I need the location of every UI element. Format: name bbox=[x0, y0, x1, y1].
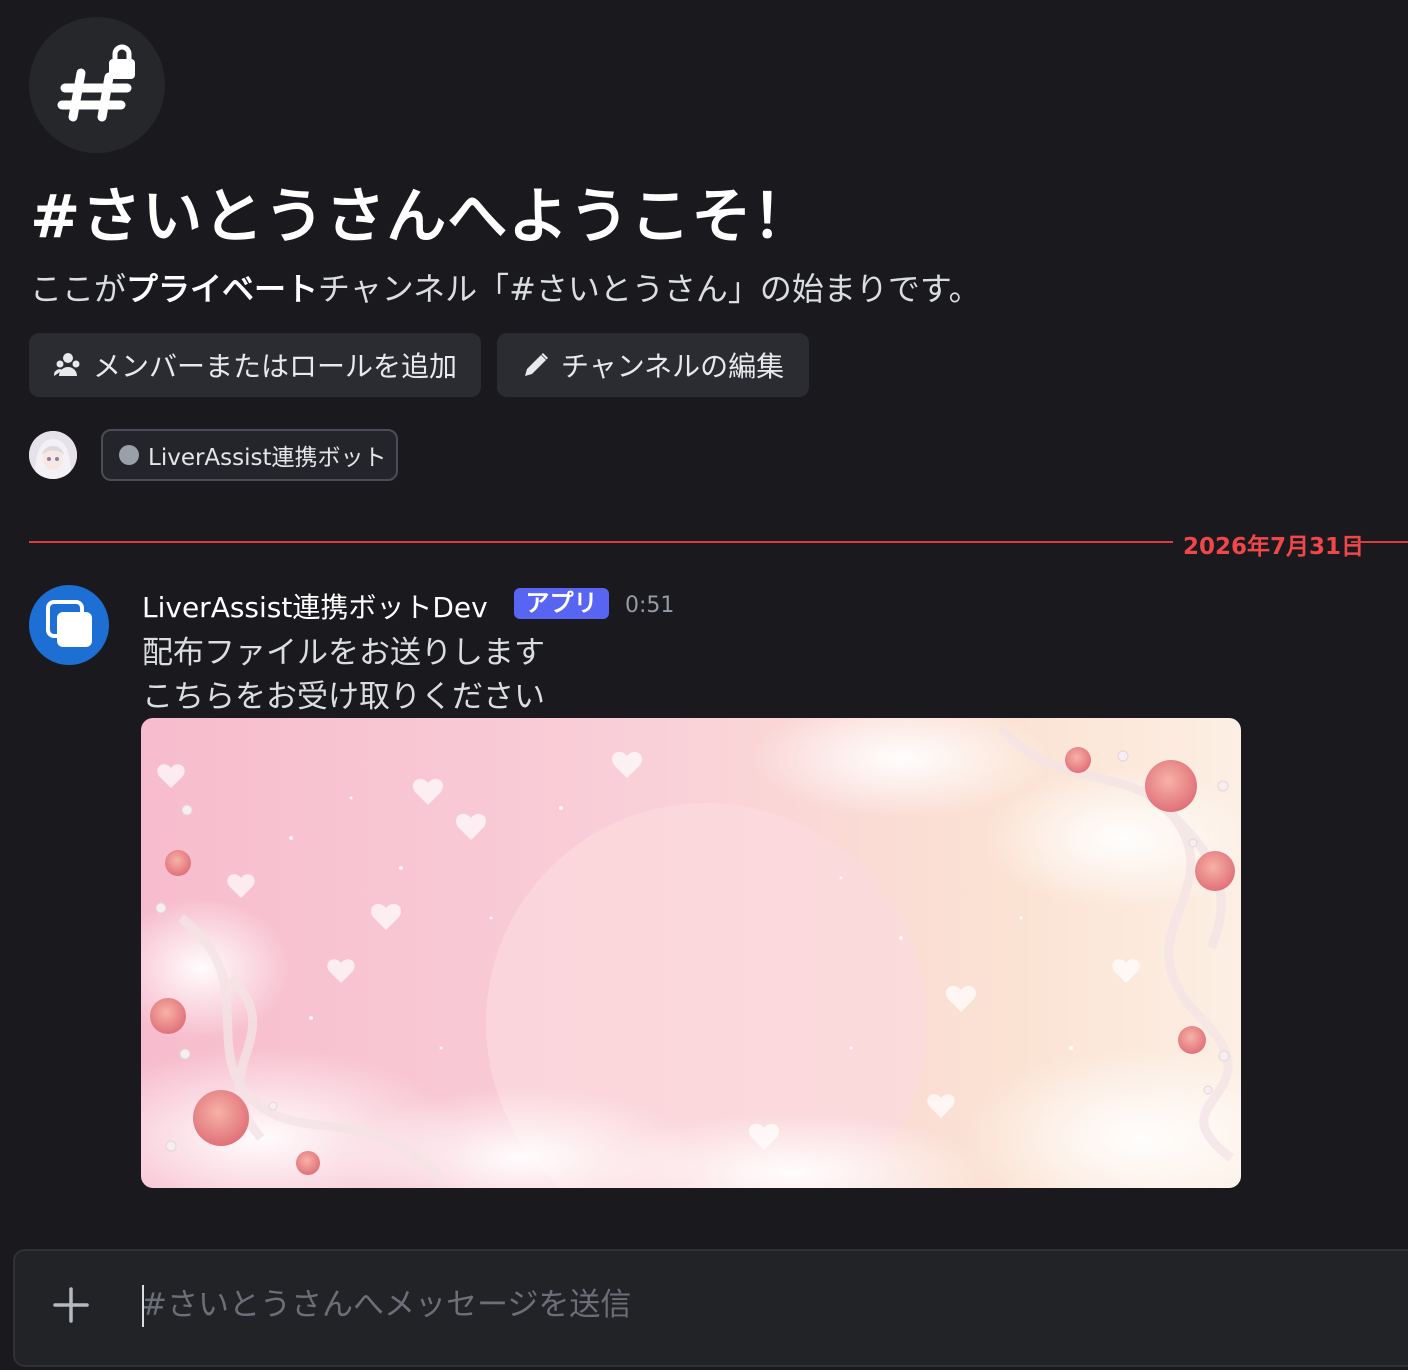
plus-icon[interactable] bbox=[51, 1285, 91, 1325]
add-member-icon bbox=[53, 350, 83, 380]
member-avatar[interactable] bbox=[29, 431, 77, 479]
member-chip[interactable]: LiverAssist連携ボット bbox=[101, 429, 398, 481]
message-line: こちらをお受け取りください bbox=[142, 679, 545, 715]
text-caret bbox=[142, 1285, 144, 1327]
message-author[interactable]: LiverAssist連携ボットDev bbox=[142, 586, 488, 626]
edit-channel-button[interactable]: チャンネルの編集 bbox=[497, 333, 809, 397]
pencil-icon bbox=[521, 350, 551, 380]
add-member-button[interactable]: メンバーまたはロールを追加 bbox=[29, 333, 481, 397]
bot-avatar[interactable] bbox=[29, 585, 109, 665]
date-divider-line-right bbox=[1351, 541, 1408, 543]
description-private: プライベート bbox=[126, 270, 319, 308]
edit-channel-label: チャンネルの編集 bbox=[561, 350, 785, 383]
welcome-title: #さいとうさんへようこそ！ bbox=[30, 182, 814, 252]
message-line: 配布ファイルをお送りします bbox=[142, 635, 545, 671]
message-timestamp: 0:51 bbox=[625, 593, 675, 618]
add-member-label: メンバーまたはロールを追加 bbox=[93, 350, 458, 383]
date-divider-label: 2026年7月31日 bbox=[1183, 534, 1365, 560]
welcome-description: ここがプライベートチャンネル「#さいとうさん」の始まりです。 bbox=[30, 264, 981, 310]
member-chip-label: LiverAssist連携ボット bbox=[148, 445, 387, 471]
date-divider-line-left bbox=[29, 541, 1173, 543]
status-dot bbox=[119, 445, 139, 465]
message-input[interactable] bbox=[141, 1281, 1341, 1329]
image-attachment[interactable] bbox=[141, 718, 1241, 1188]
description-suffix: チャンネル「#さいとうさん」の始まりです。 bbox=[318, 270, 981, 308]
hash-lock-icon bbox=[29, 17, 165, 153]
message-composer bbox=[13, 1249, 1408, 1367]
chat-view: #さいとうさんへようこそ！ ここがプライベートチャンネル「#さいとうさん」の始ま… bbox=[0, 0, 1408, 1370]
description-prefix: ここが bbox=[30, 270, 127, 308]
app-badge: アプリ bbox=[514, 588, 609, 619]
